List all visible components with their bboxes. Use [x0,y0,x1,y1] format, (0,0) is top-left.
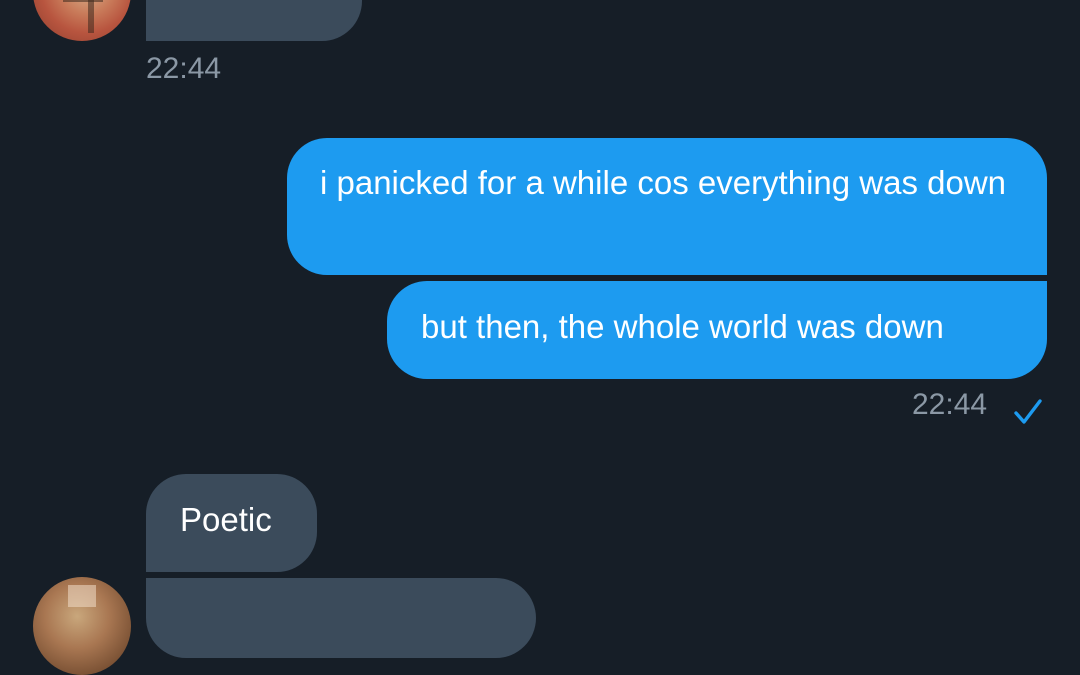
received-message-bubble[interactable]: Poetic [146,474,317,572]
received-message-bubble[interactable] [146,0,362,41]
message-text: i panicked for a while cos everything wa… [320,164,1007,201]
received-message-bubble[interactable] [146,578,536,658]
message-text: Poetic [180,501,272,538]
sent-message-bubble[interactable]: but then, the whole world was down [387,281,1047,379]
single-check-icon [1014,399,1042,424]
avatar-detail [68,585,96,607]
sender-avatar[interactable] [33,0,131,41]
sender-avatar[interactable] [33,577,131,675]
sent-message-bubble[interactable]: i panicked for a while cos everything wa… [287,138,1047,275]
message-text: but then, the whole world was down [421,308,944,345]
avatar-detail [63,0,103,2]
received-timestamp: 22:44 [146,52,222,85]
sent-timestamp: 22:44 [912,388,988,421]
avatar-detail [88,0,94,33]
